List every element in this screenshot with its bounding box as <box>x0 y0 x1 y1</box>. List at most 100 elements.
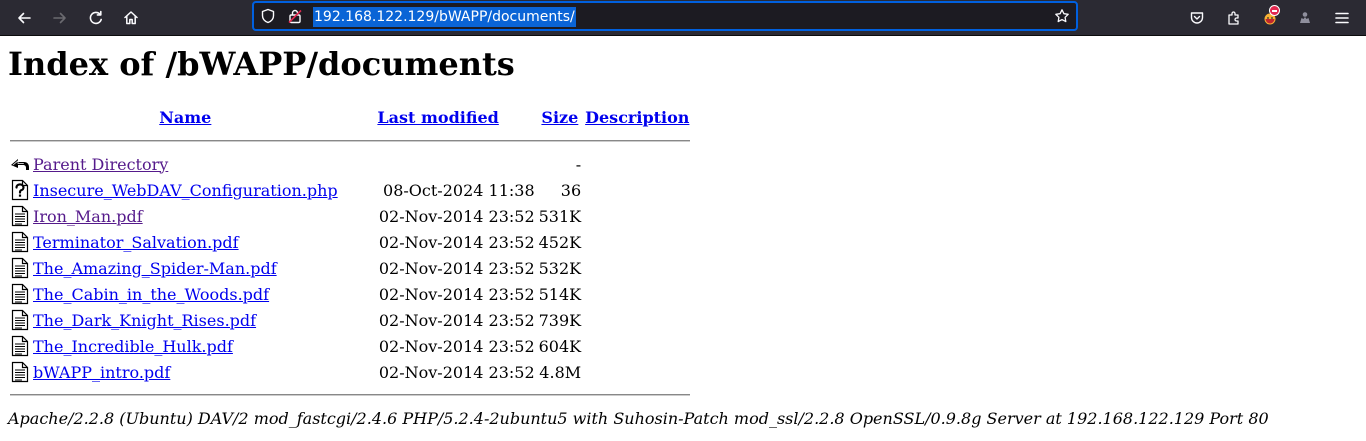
bookmark-star-icon[interactable] <box>1054 8 1070 24</box>
address-bar[interactable]: 192.168.122.129/bWAPP/documents/ <box>252 1 1078 31</box>
url-text[interactable]: 192.168.122.129/bWAPP/documents/ <box>313 7 576 27</box>
file-name-cell: bWAPP_intro.pdf <box>32 360 339 384</box>
file-row: The_Cabin_in_the_Woods.pdf 02-Nov-2014 23… <box>10 282 690 306</box>
directory-listing-table: Name Last modified Size Description Pare… <box>8 103 692 406</box>
page-title: Index of /bWAPP/documents <box>8 45 515 83</box>
divider <box>10 140 691 142</box>
file-name-cell: The_Incredible_Hulk.pdf <box>32 334 339 358</box>
file-description-cell <box>584 360 690 384</box>
file-name-cell: Iron_Man.pdf <box>32 204 339 228</box>
file-modified-cell: 02-Nov-2014 23:52 <box>378 310 535 330</box>
document-icon <box>11 283 29 305</box>
insecure-lock-icon[interactable] <box>287 8 303 24</box>
addon-button[interactable] <box>1256 4 1284 32</box>
puzzle-piece-icon <box>1228 11 1239 25</box>
file-size-cell: 4.8M <box>539 362 582 382</box>
file-size-cell: 36 <box>560 180 582 200</box>
file-modified-cell: 08-Oct-2024 11:38 <box>383 180 535 200</box>
file-name-cell: Terminator_Salvation.pdf <box>32 230 339 254</box>
file-link[interactable]: The_Incredible_Hulk.pdf <box>33 337 233 356</box>
sort-by-name-link[interactable]: Name <box>159 108 211 127</box>
file-link[interactable]: Iron_Man.pdf <box>33 207 143 226</box>
file-icon-cell <box>10 282 30 306</box>
home-icon <box>124 11 138 25</box>
forward-button[interactable] <box>46 4 74 32</box>
file-name-cell: The_Amazing_Spider-Man.pdf <box>32 256 339 280</box>
hamburger-menu-icon <box>1335 12 1349 24</box>
file-modified-cell: 02-Nov-2014 23:52 <box>378 362 535 382</box>
file-link[interactable]: bWAPP_intro.pdf <box>33 363 170 382</box>
back-icon <box>11 159 29 170</box>
file-description-cell <box>584 256 690 280</box>
file-icon-cell <box>10 334 30 358</box>
file-size-cell: 531K <box>538 206 582 226</box>
file-icon-cell <box>10 308 30 332</box>
file-description-cell <box>584 204 690 228</box>
document-icon <box>11 205 29 227</box>
icon-column-header <box>10 105 30 130</box>
sort-by-last-modified-link[interactable]: Last modified <box>377 108 498 127</box>
reload-button[interactable] <box>82 4 110 32</box>
file-rows: Insecure_WebDAV_Configuration.php 08-Oct-… <box>10 178 690 384</box>
back-button[interactable] <box>10 4 38 32</box>
file-size-cell: 604K <box>538 336 582 356</box>
file-row: The_Incredible_Hulk.pdf 02-Nov-2014 23:52… <box>10 334 690 358</box>
document-icon <box>11 231 29 253</box>
parent-description-cell <box>584 152 690 176</box>
file-icon-cell <box>10 204 30 228</box>
back-arrow-icon <box>18 12 31 24</box>
private-browsing-button[interactable] <box>1291 4 1319 32</box>
reload-icon <box>89 10 102 25</box>
forward-arrow-icon <box>53 12 66 24</box>
file-link[interactable]: The_Dark_Knight_Rises.pdf <box>33 311 256 330</box>
document-icon <box>11 361 29 383</box>
pocket-button[interactable] <box>1183 4 1211 32</box>
blank-icon <box>10 122 30 123</box>
file-row: Insecure_WebDAV_Configuration.php 08-Oct-… <box>10 178 690 202</box>
file-modified-cell: 02-Nov-2014 23:52 <box>378 206 535 226</box>
file-description-cell <box>584 282 690 306</box>
file-icon-cell <box>10 230 30 254</box>
menu-button[interactable] <box>1328 4 1356 32</box>
browser-toolbar: 192.168.122.129/bWAPP/documents/ <box>0 0 1366 36</box>
parent-directory-link[interactable]: Parent Directory <box>33 155 168 174</box>
sort-by-description-link[interactable]: Description <box>585 108 689 127</box>
file-link[interactable]: Insecure_WebDAV_Configuration.php <box>33 181 338 200</box>
file-row: Terminator_Salvation.pdf 02-Nov-2014 23:5… <box>10 230 690 254</box>
description-column-header: Description <box>584 105 690 130</box>
divider-row-bottom <box>10 386 691 404</box>
last-modified-column-header: Last modified <box>341 105 536 130</box>
home-button[interactable] <box>117 4 145 32</box>
divider-row <box>10 132 691 150</box>
document-icon <box>11 309 29 331</box>
file-size-cell: 532K <box>538 258 582 278</box>
file-row: bWAPP_intro.pdf 02-Nov-2014 23:52 4.8M <box>10 360 690 384</box>
incognito-icon <box>1300 12 1310 23</box>
parent-icon-cell <box>10 152 30 176</box>
name-column-header: Name <box>32 105 339 130</box>
file-description-cell <box>584 178 690 202</box>
unknown-file-icon <box>11 179 29 201</box>
file-link[interactable]: The_Cabin_in_the_Woods.pdf <box>33 285 269 304</box>
file-link[interactable]: Terminator_Salvation.pdf <box>33 233 239 252</box>
file-description-cell <box>584 308 690 332</box>
sort-by-size-link[interactable]: Size <box>541 108 578 127</box>
parent-size-cell: - <box>575 154 582 174</box>
server-signature: Apache/2.2.8 (Ubuntu) DAV/2 mod_fastcgi/… <box>8 409 1269 428</box>
pocket-icon <box>1190 12 1204 24</box>
file-row: The_Amazing_Spider-Man.pdf 02-Nov-2014 23… <box>10 256 690 280</box>
file-modified-cell: 02-Nov-2014 23:52 <box>378 232 535 252</box>
extensions-button[interactable] <box>1220 4 1248 32</box>
file-link[interactable]: The_Amazing_Spider-Man.pdf <box>33 259 277 278</box>
file-description-cell <box>584 334 690 358</box>
parent-directory-row: Parent Directory - <box>10 152 690 176</box>
file-description-cell <box>584 230 690 254</box>
file-size-cell: 514K <box>538 284 582 304</box>
parent-modified-cell <box>341 152 536 176</box>
document-icon <box>11 257 29 279</box>
parent-name-cell: Parent Directory <box>32 152 339 176</box>
file-icon-cell <box>10 360 30 384</box>
file-modified-cell: 02-Nov-2014 23:52 <box>378 284 535 304</box>
tracking-protection-shield-icon[interactable] <box>260 8 276 24</box>
file-size-cell: 739K <box>538 310 582 330</box>
